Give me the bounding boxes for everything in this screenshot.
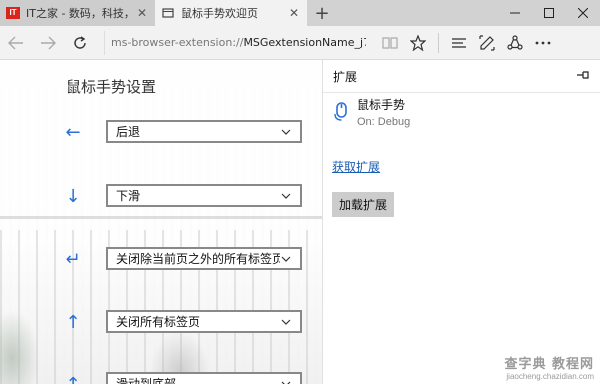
- pane-header: 扩展: [323, 60, 600, 92]
- refresh-button[interactable]: [64, 26, 96, 60]
- select-value: 关闭所有标签页: [116, 315, 201, 329]
- close-window-button[interactable]: [566, 0, 600, 26]
- maximize-button[interactable]: [532, 0, 566, 26]
- arrow-up-icon: ↑: [65, 311, 81, 333]
- navigation-bar: ms-browser-extension://MSGextensionName_…: [0, 26, 600, 60]
- arrow-down-icon: ↓: [65, 185, 81, 207]
- gesture-row: ↵ 关闭除当前页之外的所有标签页: [0, 247, 322, 271]
- watermark: 查字典 教程网 jiaocheng.chazidian.com: [504, 353, 594, 381]
- extensions-pane: 扩展 鼠标手势 On: Debug 获取扩展 加载扩展 查字典 教程网 jiao…: [322, 60, 600, 384]
- pane-title: 扩展: [333, 69, 358, 84]
- select-value: 滑动到底部: [116, 377, 177, 384]
- minimize-button[interactable]: [498, 0, 532, 26]
- extension-status: On: Debug: [357, 116, 411, 128]
- mouse-icon: [331, 98, 353, 126]
- url-prefix: ms-browser-extension://: [111, 36, 244, 49]
- gesture-action-select[interactable]: 下滑: [106, 184, 302, 207]
- pin-pane-icon[interactable]: [576, 70, 590, 83]
- share-icon[interactable]: [501, 26, 529, 60]
- address-field[interactable]: ms-browser-extension://MSGextensionName_…: [104, 30, 366, 55]
- tab-it-home[interactable]: IT IT之家 - 数码，科技，生活 ✕: [0, 0, 155, 26]
- gesture-action-select[interactable]: 后退: [106, 120, 302, 143]
- toolbar-icons: [376, 26, 557, 60]
- gesture-action-select[interactable]: 关闭所有标签页: [106, 310, 302, 333]
- forward-button[interactable]: [32, 26, 64, 60]
- page-title: 鼠标手势设置: [66, 78, 157, 96]
- page-content: 鼠标手势设置 ← 后退 ↓ 下滑 ↵ 关闭除当前页之外的所有标签页 ↑ 关闭所有…: [0, 60, 322, 384]
- more-actions-icon[interactable]: [529, 26, 557, 60]
- hub-icon[interactable]: [445, 26, 473, 60]
- get-extensions-link[interactable]: 获取扩展: [332, 158, 380, 175]
- extension-info: 鼠标手势 On: Debug: [357, 98, 410, 130]
- chevron-down-icon: [280, 193, 292, 199]
- close-tab-icon[interactable]: ✕: [287, 6, 301, 20]
- favorite-star-icon[interactable]: [404, 26, 432, 60]
- chevron-down-icon: [280, 381, 292, 384]
- chevron-down-icon: [280, 256, 292, 262]
- arrow-down-left-icon: ↵: [65, 248, 81, 270]
- gesture-action-select[interactable]: 关闭除当前页之外的所有标签页: [106, 247, 302, 270]
- url-host: MSGextensionName_j76ea4df: [243, 36, 366, 49]
- page-icon: [161, 7, 175, 19]
- background-fence: [0, 216, 322, 219]
- close-tab-icon[interactable]: ✕: [135, 6, 149, 20]
- extension-item-mouse-gesture[interactable]: 鼠标手势 On: Debug: [331, 98, 591, 130]
- window-controls: [498, 0, 600, 26]
- tab-gesture-welcome[interactable]: 鼠标手势欢迎页 ✕: [155, 0, 307, 26]
- pane-divider: [323, 92, 600, 93]
- load-extension-button[interactable]: 加载扩展: [332, 192, 394, 217]
- select-value: 下滑: [116, 189, 141, 203]
- back-button[interactable]: [0, 26, 32, 60]
- arrow-up-icon: ↑: [65, 373, 81, 384]
- extension-name: 鼠标手势: [357, 98, 406, 112]
- gesture-action-select[interactable]: 滑动到底部: [106, 372, 302, 384]
- select-value: 关闭除当前页之外的所有标签页: [116, 252, 281, 266]
- toolbar-divider: [438, 32, 439, 53]
- new-tab-button[interactable]: +: [307, 0, 337, 26]
- gesture-row: ← 后退: [0, 120, 322, 144]
- chevron-down-icon: [280, 319, 292, 325]
- gesture-row: ↑ 滑动到底部: [0, 372, 322, 384]
- tab-bar: IT IT之家 - 数码，科技，生活 ✕ 鼠标手势欢迎页 ✕ +: [0, 0, 600, 26]
- gesture-row: ↓ 下滑: [0, 184, 322, 208]
- watermark-url: jiaocheng.chazidian.com: [506, 372, 594, 381]
- chevron-down-icon: [280, 129, 292, 135]
- web-note-icon[interactable]: [473, 26, 501, 60]
- tab-title: IT之家 - 数码，科技，生活: [26, 7, 135, 20]
- reading-view-icon[interactable]: [376, 26, 404, 60]
- arrow-left-icon: ←: [65, 121, 81, 143]
- tab-title: 鼠标手势欢迎页: [181, 7, 258, 20]
- gesture-row: ↑ 关闭所有标签页: [0, 310, 322, 334]
- select-value: 后退: [116, 125, 141, 139]
- it-logo-icon: IT: [6, 7, 20, 19]
- watermark-title: 查字典 教程网: [504, 357, 594, 372]
